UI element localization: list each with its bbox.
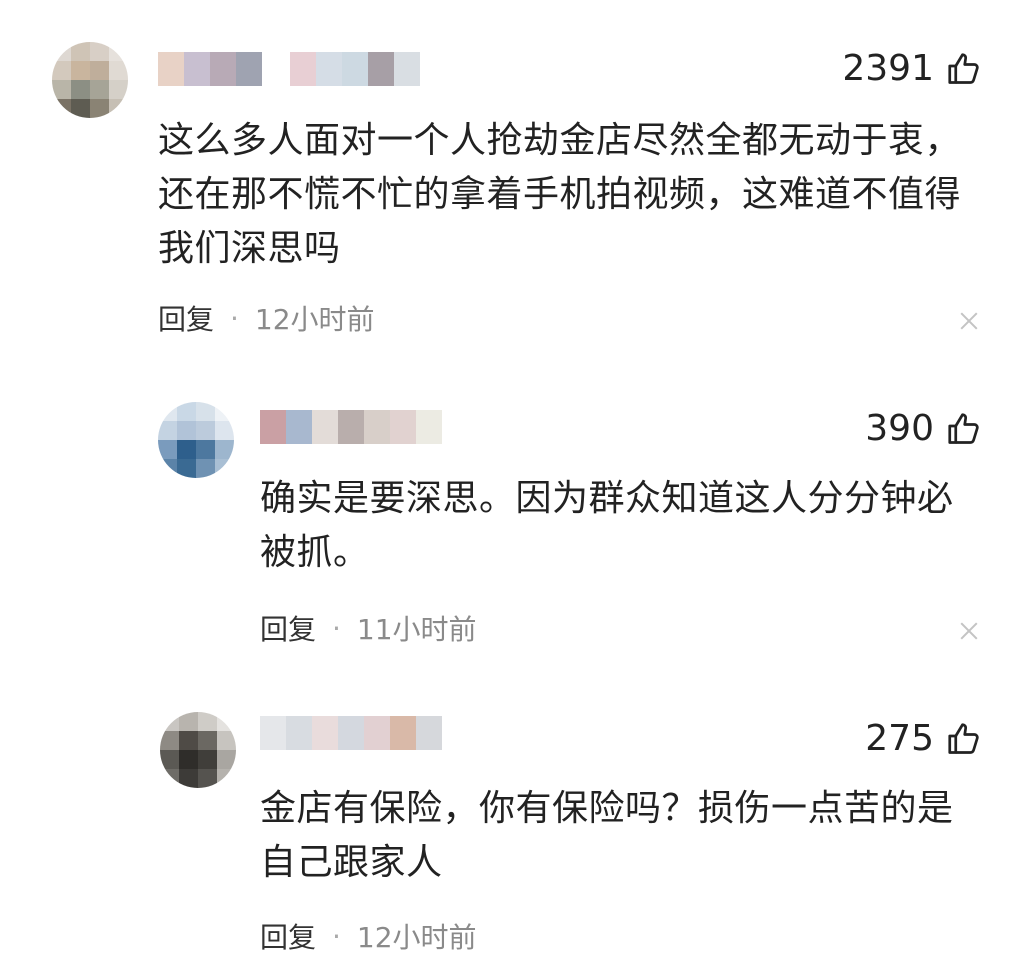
avatar[interactable] (160, 712, 236, 788)
comment-meta: 回复 · 12小时前 (260, 916, 477, 956)
comment-text: 金店有保险，你有保险吗？损伤一点苦的是自己跟家人 (260, 788, 954, 883)
like-count: 275 (865, 718, 934, 759)
avatar[interactable] (52, 42, 128, 118)
comment-item: 2391 这么多人面对一个人抢劫金店尽然全都无动于衷，还在那不慌不忙的拿着手机拍… (0, 0, 1032, 340)
like-control[interactable]: 275 (865, 718, 982, 759)
comment-meta: 回复 · 12小时前 (158, 298, 375, 338)
username-blurred[interactable] (158, 52, 420, 86)
meta-separator: · (332, 919, 341, 953)
comment-text: 确实是要深思。因为群众知道这人分分钟必被抓。 (260, 478, 954, 573)
meta-separator: · (332, 611, 341, 645)
meta-separator: · (230, 301, 239, 335)
like-count: 2391 (842, 48, 934, 89)
avatar[interactable] (158, 402, 234, 478)
comment-text: 这么多人面对一个人抢劫金店尽然全都无动于衷，还在那不慌不忙的拿着手机拍视频，这难… (158, 120, 962, 269)
thumbs-up-icon[interactable] (946, 51, 982, 87)
reply-button[interactable]: 回复 (260, 916, 316, 956)
close-icon[interactable] (960, 312, 978, 330)
comment-meta: 回复 · 11小时前 (260, 608, 477, 648)
like-control[interactable]: 390 (865, 408, 982, 449)
like-count: 390 (865, 408, 934, 449)
close-icon[interactable] (960, 622, 978, 640)
thumbs-up-icon[interactable] (946, 411, 982, 447)
timestamp: 12小时前 (254, 303, 375, 336)
reply-button[interactable]: 回复 (260, 608, 316, 648)
thumbs-up-icon[interactable] (946, 721, 982, 757)
reply-button[interactable]: 回复 (158, 298, 214, 338)
like-control[interactable]: 2391 (842, 48, 982, 89)
timestamp: 12小时前 (356, 921, 477, 954)
username-blurred[interactable] (260, 716, 442, 750)
timestamp: 11小时前 (356, 613, 477, 646)
username-blurred[interactable] (260, 410, 442, 444)
